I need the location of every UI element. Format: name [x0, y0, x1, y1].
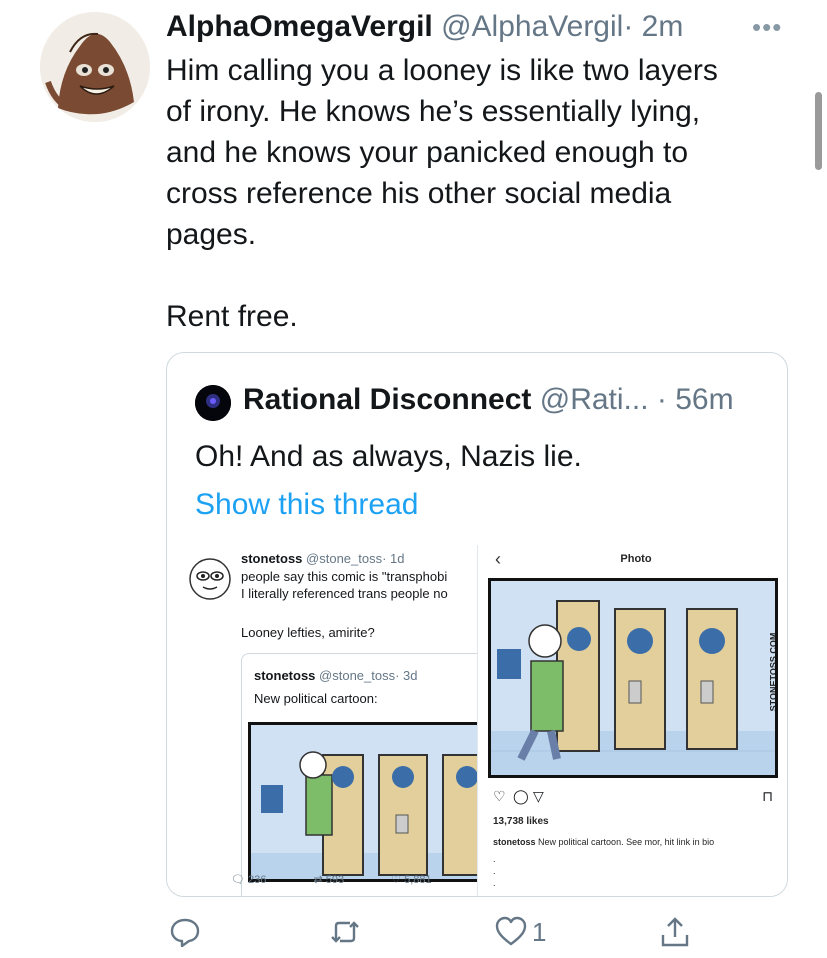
inner-text: New political cartoon:: [254, 691, 378, 706]
quoted-tweet[interactable]: Rational Disconnect @Rati... · 56m Oh! A…: [166, 352, 788, 897]
left-image-actions: 🗨 236 ⇄ 593 ♡ 5,881 ⇪: [231, 873, 477, 886]
tweet-header: AlphaOmegaVergil @AlphaVergil· 2m: [166, 10, 806, 50]
like-count: ♡ 5,881: [391, 874, 432, 886]
inner-quoted-tweet: stonetoss @stone_toss· 3d New political …: [241, 653, 477, 896]
scrollbar[interactable]: [815, 92, 822, 170]
quoted-text: Oh! And as always, Nazis lie.: [195, 440, 582, 473]
retweet-count-value: 593: [325, 874, 345, 886]
send-icon: ▽: [533, 788, 544, 804]
reply-icon: [170, 918, 200, 948]
caption-text: New political cartoon. See mor, hit link…: [538, 837, 715, 847]
user-avatar[interactable]: [40, 12, 150, 122]
retweet-icon: [331, 921, 359, 943]
stonetoss-text-line: people say this comic is "transphobi: [241, 569, 448, 584]
like-count: 1: [532, 916, 547, 947]
stonetoss-avatar: [189, 558, 231, 600]
tweet-text-line: and he knows your panicked enough to: [166, 136, 689, 169]
photo-title: Photo: [620, 553, 652, 565]
quoted-time[interactable]: · 56m: [657, 383, 734, 416]
reply-count: 🗨 236: [231, 874, 267, 886]
user-handle[interactable]: @AlphaVergil: [441, 10, 623, 43]
tweet-actions: 1: [166, 912, 806, 952]
share-button[interactable]: [658, 912, 692, 952]
stonetoss-text-line: I literally referenced trans people no: [241, 586, 448, 601]
tweet-time[interactable]: · 2m: [623, 10, 683, 43]
inner-time: · 3d: [395, 668, 418, 683]
stonetoss-handle: @stone_toss: [306, 551, 383, 566]
retweet-count: ⇄ 593: [313, 874, 345, 886]
quoted-display-name[interactable]: Rational Disconnect: [243, 383, 531, 416]
stonetoss-name: stonetoss: [241, 551, 303, 566]
instagram-actions: ♡ ◯ ▽ ⊓: [493, 788, 773, 810]
quoted-handle[interactable]: @Rati...: [540, 383, 649, 416]
quoted-header: Rational Disconnect @Rati... · 56m: [243, 383, 734, 417]
caption-user: stonetoss: [493, 837, 536, 847]
watermark: STONETOSS.COM: [768, 632, 778, 712]
comment-icon: ◯: [513, 788, 529, 804]
instagram-caption: stonetoss New political cartoon. See mor…: [493, 837, 714, 847]
heart-icon: ♡: [493, 788, 506, 804]
inner-header: stonetoss @stone_toss· 3d: [254, 668, 418, 683]
bookmark-icon: ⊓: [762, 788, 773, 804]
media-image-left[interactable]: stonetoss @stone_toss· 1d people say thi…: [167, 545, 477, 896]
stonetoss-time: · 1d: [382, 551, 405, 566]
tweet-text: Him calling you a looney is like two lay…: [166, 50, 796, 337]
tweet-text-line: Him calling you a looney is like two lay…: [166, 54, 718, 87]
more-icon[interactable]: •••: [752, 12, 782, 43]
inner-handle: @stone_toss: [319, 668, 396, 683]
share-icon: [661, 917, 689, 947]
inner-name: stonetoss: [254, 668, 316, 683]
tweet-text-line: Rent free.: [166, 300, 298, 333]
comic-image: [248, 722, 477, 882]
tweet-text-line: pages.: [166, 218, 257, 251]
media-image-right[interactable]: ‹ Photo STONETOSS.COM ♡ ◯ ▽ ⊓ 13,738 lik…: [483, 545, 787, 896]
like-button[interactable]: 1: [494, 912, 546, 952]
caption-dots: ...: [493, 854, 496, 888]
tweet-text-line: cross reference his other social media: [166, 177, 672, 210]
photo-top-bar: ‹ Photo: [483, 545, 787, 575]
stonetoss-text-line: Looney lefties, amirite?: [241, 625, 375, 640]
stonetoss-header: stonetoss @stone_toss· 1d: [241, 551, 405, 566]
quoted-avatar[interactable]: [195, 385, 231, 421]
show-thread-link[interactable]: Show this thread: [195, 488, 418, 522]
heart-icon: [495, 916, 527, 946]
reply-button[interactable]: [168, 912, 202, 952]
comic-image: STONETOSS.COM: [488, 578, 778, 778]
reply-count-value: 236: [248, 874, 267, 886]
instagram-likes: 13,738 likes: [493, 816, 549, 827]
tweet-text-line: of irony. He knows he’s essentially lyin…: [166, 95, 701, 128]
display-name[interactable]: AlphaOmegaVergil: [166, 10, 433, 43]
like-count-value: 5,881: [404, 874, 432, 886]
retweet-button[interactable]: [328, 912, 362, 952]
